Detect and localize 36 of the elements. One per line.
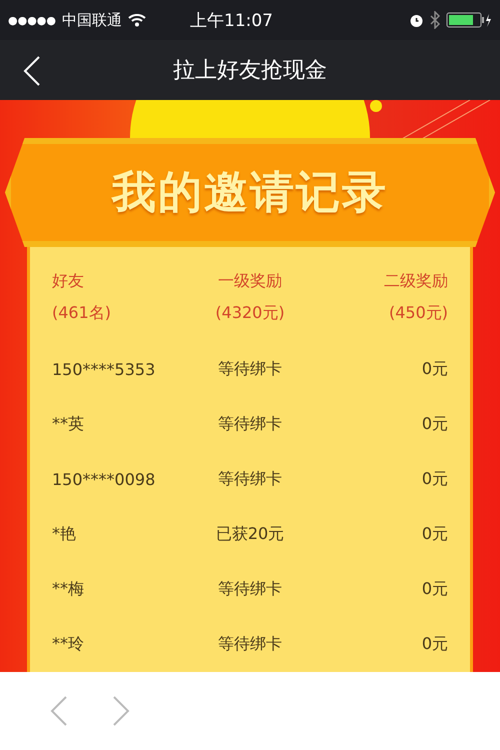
- table-cell-text: 0元: [420, 359, 448, 380]
- column-total: (4320元): [214, 302, 286, 324]
- battery-icon: [446, 12, 492, 28]
- forward-button[interactable]: [112, 696, 130, 726]
- table-cell-text: 150****5353: [52, 360, 156, 379]
- table-cell-text: 0元: [420, 469, 448, 490]
- wifi-icon: [128, 14, 146, 26]
- table-cell-text: *艳: [52, 524, 77, 545]
- column-total: (450元): [388, 302, 448, 324]
- table-cell-text: 等待绑卡: [217, 359, 283, 380]
- column-header: 一级奖励: [217, 270, 283, 292]
- table-cell-text: 等待绑卡: [217, 634, 283, 655]
- table-cell-text: 0元: [420, 634, 448, 655]
- table-cell-text: **英: [52, 414, 85, 435]
- table-cell-text: 等待绑卡: [217, 414, 283, 435]
- carrier-name: 中国联通: [62, 10, 122, 30]
- table-cell-text: 0元: [420, 414, 448, 435]
- table-cell-text: 150****0098: [52, 470, 156, 489]
- table-cell-text: 0元: [420, 579, 448, 600]
- column-total: (461名): [52, 302, 112, 324]
- alarm-icon: [409, 12, 424, 28]
- banner-title: 我的邀请记录: [112, 166, 388, 220]
- column-header: 二级奖励: [383, 270, 448, 292]
- dot-shape: [370, 100, 382, 112]
- column-header: 好友: [52, 270, 85, 292]
- clock-time: 上午11:07: [190, 10, 273, 32]
- table-cell-text: 已获20元: [214, 524, 286, 545]
- table-cell-text: 等待绑卡: [217, 469, 283, 490]
- signal-strength: ●●●●●: [8, 14, 56, 26]
- table-cell-text: **玲: [52, 634, 85, 655]
- table-cell-text: **梅: [52, 579, 85, 600]
- page-title: 拉上好友抢现金: [173, 57, 327, 85]
- back-button[interactable]: [22, 56, 42, 86]
- table-cell-text: 0元: [420, 524, 448, 545]
- table-cell-text: 等待绑卡: [217, 579, 283, 600]
- bluetooth-icon: [430, 11, 440, 29]
